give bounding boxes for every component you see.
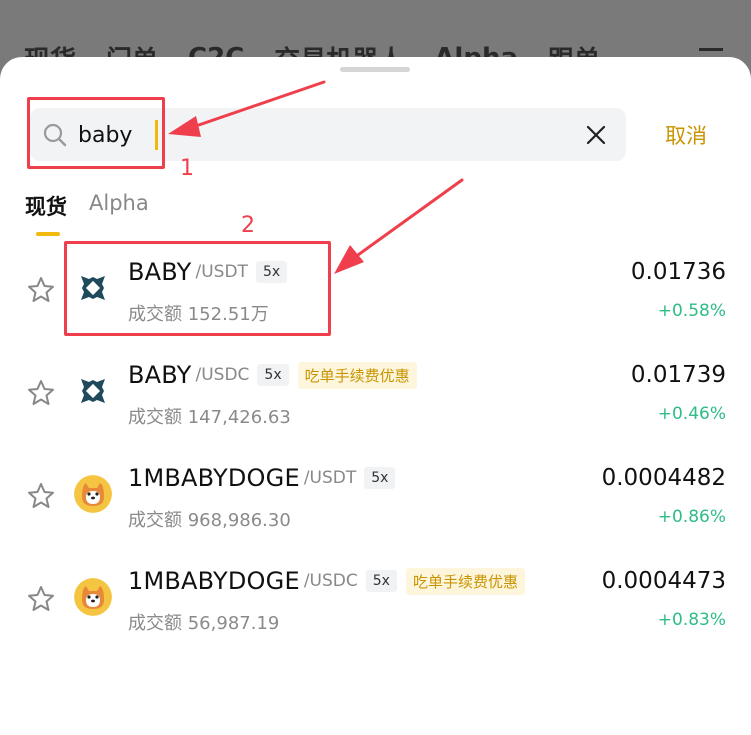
last-price: 0.01739 bbox=[630, 362, 726, 388]
price-change: +0.46% bbox=[657, 404, 726, 424]
list-item[interactable]: 1MBABYDOGE /USDC 5x 吃单手续费优惠 成交额 56,987.1… bbox=[0, 551, 751, 651]
volume-label: 成交额 bbox=[128, 407, 182, 428]
base-symbol: 1MBABYDOGE bbox=[128, 464, 300, 492]
price-change: +0.58% bbox=[657, 301, 726, 321]
list-item[interactable]: BABY /USDC 5x 吃单手续费优惠 成交额 147,426.63 0.0… bbox=[0, 345, 751, 445]
drag-handle[interactable] bbox=[340, 67, 410, 72]
pair-label: 1MBABYDOGE /USDC 5x 吃单手续费优惠 bbox=[128, 567, 525, 595]
annotation-box-2 bbox=[64, 241, 331, 336]
volume-value: 968,986.30 bbox=[187, 510, 291, 531]
base-symbol: BABY bbox=[128, 361, 192, 389]
tab-alpha[interactable]: Alpha bbox=[89, 191, 149, 221]
volume-text: 成交额 147,426.63 bbox=[128, 403, 291, 429]
quote-symbol: /USDT bbox=[303, 468, 357, 488]
close-icon[interactable] bbox=[584, 123, 608, 147]
market-tabs: 现货 Alpha bbox=[25, 191, 149, 221]
annotation-number-2: 2 bbox=[241, 213, 255, 238]
fee-promo-badge: 吃单手续费优惠 bbox=[405, 567, 525, 595]
star-icon[interactable] bbox=[26, 481, 56, 511]
volume-label: 成交额 bbox=[128, 613, 182, 634]
last-price: 0.01736 bbox=[630, 259, 726, 285]
active-tab-indicator bbox=[36, 232, 60, 236]
quote-symbol: /USDC bbox=[195, 365, 250, 385]
leverage-badge: 5x bbox=[364, 467, 396, 489]
cancel-button[interactable]: 取消 bbox=[665, 120, 707, 150]
tab-spot[interactable]: 现货 bbox=[25, 191, 67, 221]
volume-value: 56,987.19 bbox=[187, 613, 280, 634]
pair-label: 1MBABYDOGE /USDT 5x bbox=[128, 464, 396, 492]
last-price: 0.0004473 bbox=[601, 568, 726, 594]
last-price: 0.0004482 bbox=[601, 465, 726, 491]
volume-value: 147,426.63 bbox=[187, 407, 291, 428]
price-change: +0.83% bbox=[657, 610, 726, 630]
star-icon[interactable] bbox=[26, 275, 56, 305]
fee-promo-badge: 吃单手续费优惠 bbox=[297, 361, 417, 389]
volume-text: 成交额 968,986.30 bbox=[128, 506, 291, 532]
base-symbol: 1MBABYDOGE bbox=[128, 567, 300, 595]
price-change: +0.86% bbox=[657, 507, 726, 527]
leverage-badge: 5x bbox=[365, 570, 397, 592]
pair-label: BABY /USDC 5x 吃单手续费优惠 bbox=[128, 361, 417, 389]
babydoge-logo-icon bbox=[74, 578, 112, 616]
baby-logo-icon bbox=[74, 372, 112, 410]
volume-text: 成交额 56,987.19 bbox=[128, 609, 279, 635]
annotation-box-1 bbox=[27, 97, 165, 169]
star-icon[interactable] bbox=[26, 378, 56, 408]
list-item[interactable]: 1MBABYDOGE /USDT 5x 成交额 968,986.30 0.000… bbox=[0, 448, 751, 548]
babydoge-logo-icon bbox=[74, 475, 112, 513]
annotation-number-1: 1 bbox=[180, 156, 194, 181]
volume-label: 成交额 bbox=[128, 510, 182, 531]
leverage-badge: 5x bbox=[257, 364, 289, 386]
quote-symbol: /USDC bbox=[303, 571, 358, 591]
star-icon[interactable] bbox=[26, 584, 56, 614]
